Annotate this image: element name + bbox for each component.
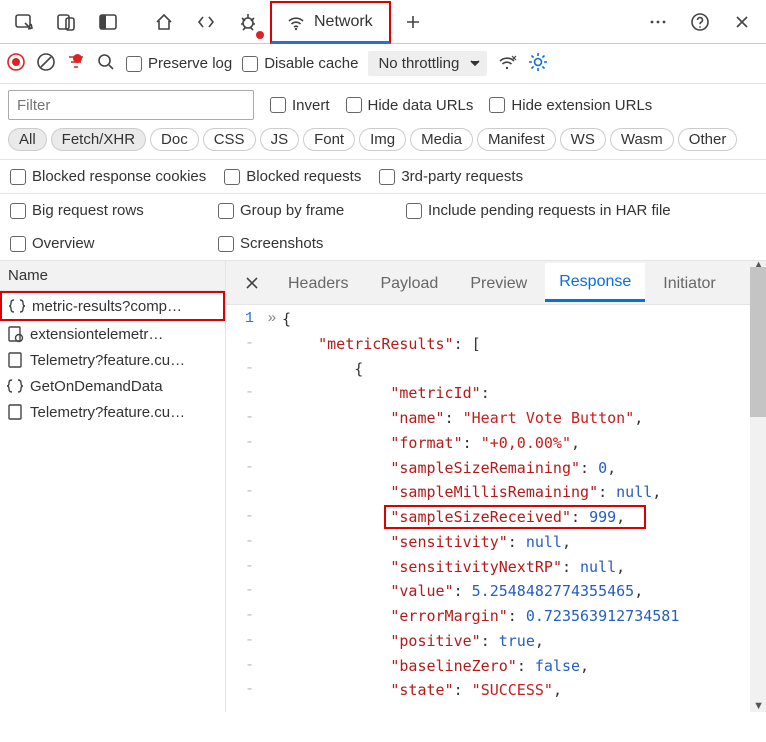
doc-icon <box>6 351 24 369</box>
request-detail-panel: Headers Payload Preview Response Initiat… <box>226 261 766 712</box>
network-tab-label: Network <box>314 13 373 31</box>
filter-row: Invert Hide data URLs Hide extension URL… <box>0 84 766 124</box>
screenshots-checkbox[interactable]: Screenshots <box>218 235 323 252</box>
throttling-select[interactable]: No throttling <box>368 51 487 76</box>
request-row[interactable]: Telemetry?feature.cu… <box>0 347 225 373</box>
dock-side-icon[interactable] <box>88 3 128 41</box>
doc-gear-icon <box>6 325 24 343</box>
home-icon[interactable] <box>144 3 184 41</box>
record-button[interactable] <box>6 52 26 75</box>
tab-payload[interactable]: Payload <box>366 265 452 301</box>
hide-extension-urls-checkbox[interactable]: Hide extension URLs <box>489 97 652 114</box>
detail-tabs: Headers Payload Preview Response Initiat… <box>226 261 766 305</box>
filter-options-row-b: Big request rows Group by frame Include … <box>0 193 766 227</box>
request-row[interactable]: extensiontelemetr… <box>0 321 225 347</box>
json-file-icon <box>6 377 24 395</box>
vertical-scrollbar[interactable]: ▲ ▼ <box>750 261 766 712</box>
request-row[interactable]: GetOnDemandData <box>0 373 225 399</box>
type-all[interactable]: All <box>8 128 47 151</box>
clear-button[interactable] <box>36 52 56 75</box>
type-media[interactable]: Media <box>410 128 473 151</box>
tab-preview[interactable]: Preview <box>456 265 541 301</box>
network-toolbar: Preserve log Disable cache No throttling <box>0 44 766 84</box>
fold-toggle[interactable]: » <box>262 307 282 703</box>
line-gutter: 1 --- --- --- --- --- <box>226 307 262 703</box>
type-img[interactable]: Img <box>359 128 406 151</box>
close-devtools-icon[interactable] <box>722 3 762 41</box>
type-manifest[interactable]: Manifest <box>477 128 556 151</box>
type-css[interactable]: CSS <box>203 128 256 151</box>
blocked-cookies-checkbox[interactable]: Blocked response cookies <box>10 168 206 185</box>
tab-response[interactable]: Response <box>545 263 645 302</box>
third-party-checkbox[interactable]: 3rd-party requests <box>379 168 523 185</box>
hide-data-urls-checkbox[interactable]: Hide data URLs <box>346 97 474 114</box>
tab-headers[interactable]: Headers <box>274 265 362 301</box>
debug-icon[interactable] <box>228 3 268 41</box>
wifi-icon <box>286 12 306 32</box>
sources-icon[interactable] <box>186 3 226 41</box>
filter-options-row-a: Blocked response cookies Blocked request… <box>0 160 766 193</box>
device-toolbar-icon[interactable] <box>46 3 86 41</box>
filter-options-row-c: Overview Screenshots <box>0 227 766 260</box>
type-wasm[interactable]: Wasm <box>610 128 674 151</box>
devtools-top-toolbar: Network <box>0 0 766 44</box>
response-body[interactable]: 1 --- --- --- --- --- » { "metricResults… <box>226 305 766 703</box>
network-tab[interactable]: Network <box>270 1 391 44</box>
new-tab-icon[interactable] <box>393 3 433 41</box>
type-ws[interactable]: WS <box>560 128 606 151</box>
type-font[interactable]: Font <box>303 128 355 151</box>
json-file-icon <box>8 297 26 315</box>
preserve-log-checkbox[interactable]: Preserve log <box>126 55 232 72</box>
request-row[interactable]: metric-results?comp… <box>0 291 225 321</box>
network-conditions-icon[interactable] <box>497 52 517 75</box>
highlight-sample-size-received <box>384 505 646 529</box>
inspect-element-icon[interactable] <box>4 3 44 41</box>
filter-input[interactable] <box>8 90 254 120</box>
group-by-frame-checkbox[interactable]: Group by frame <box>218 202 388 219</box>
type-doc[interactable]: Doc <box>150 128 199 151</box>
request-list: Name metric-results?comp… extensiontelem… <box>0 261 226 712</box>
type-js[interactable]: JS <box>260 128 300 151</box>
invert-checkbox[interactable]: Invert <box>270 97 330 114</box>
more-icon[interactable] <box>638 3 678 41</box>
filter-toggle-icon[interactable] <box>66 52 86 75</box>
blocked-requests-checkbox[interactable]: Blocked requests <box>224 168 361 185</box>
help-icon[interactable] <box>680 3 720 41</box>
type-fetch-xhr[interactable]: Fetch/XHR <box>51 128 146 151</box>
disable-cache-checkbox[interactable]: Disable cache <box>242 55 358 72</box>
search-icon[interactable] <box>96 52 116 75</box>
network-split-view: Name metric-results?comp… extensiontelem… <box>0 260 766 712</box>
close-detail-icon[interactable] <box>234 275 270 291</box>
tab-initiator[interactable]: Initiator <box>649 265 729 301</box>
big-rows-checkbox[interactable]: Big request rows <box>10 202 200 219</box>
type-other[interactable]: Other <box>678 128 738 151</box>
resource-type-filters: All Fetch/XHR Doc CSS JS Font Img Media … <box>0 124 766 160</box>
request-row[interactable]: Telemetry?feature.cu… <box>0 399 225 425</box>
overview-checkbox[interactable]: Overview <box>10 235 200 252</box>
doc-icon <box>6 403 24 421</box>
include-pending-checkbox[interactable]: Include pending requests in HAR file <box>406 202 671 219</box>
settings-icon[interactable] <box>527 51 549 76</box>
name-column-header[interactable]: Name <box>0 261 225 291</box>
